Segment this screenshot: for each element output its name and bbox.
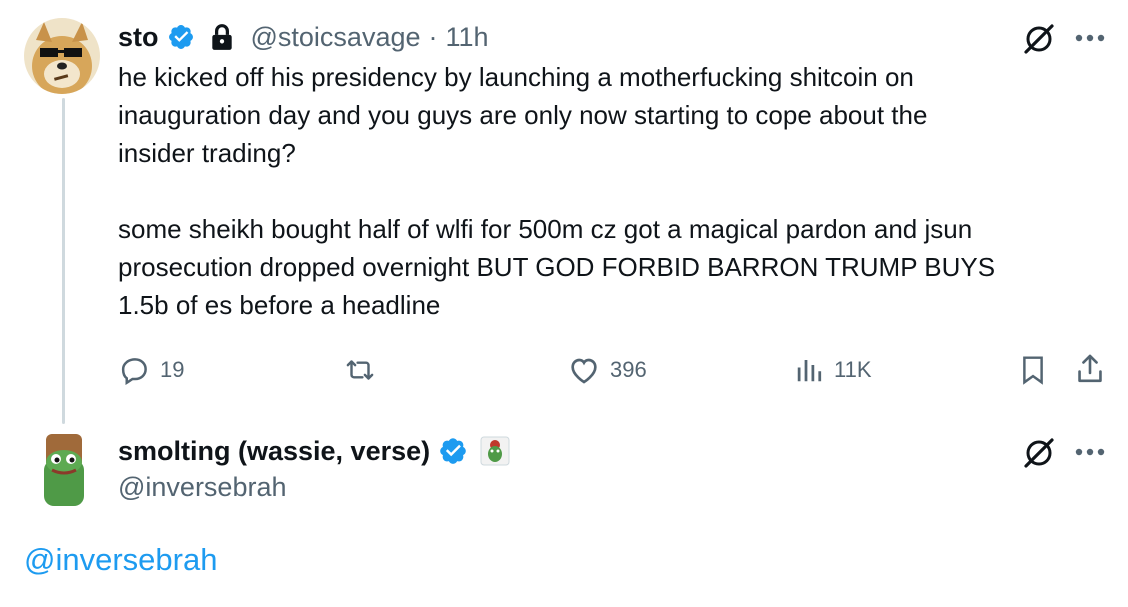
pepe-avatar-icon: [44, 434, 84, 506]
timestamp[interactable]: 11h: [446, 22, 489, 53]
tweet-line: inauguration day and you guys are only n…: [118, 100, 928, 130]
thread-connector: [62, 98, 65, 424]
verified-badge-icon: [168, 25, 193, 49]
separator-dot: ·: [428, 21, 438, 52]
display-name[interactable]: sto: [118, 22, 159, 53]
analytics-icon: [797, 360, 822, 382]
display-name[interactable]: smolting (wassie, verse): [118, 436, 430, 467]
share-icon[interactable]: [1074, 352, 1106, 386]
doge-avatar-icon: [24, 18, 100, 94]
lock-icon: [211, 24, 232, 50]
heart-icon: [571, 358, 597, 384]
view-count: 11K: [834, 357, 872, 382]
retweet-icon: [346, 360, 374, 380]
views-button[interactable]: 11K: [794, 355, 872, 385]
grok-icon[interactable]: [1022, 436, 1056, 470]
tweet-line: some sheikh bought half of wlfi for 500m…: [118, 214, 973, 244]
like-count: 396: [610, 357, 647, 382]
tweet-line: he kicked off his presidency by launchin…: [118, 62, 914, 92]
more-options-icon[interactable]: [1074, 447, 1106, 457]
handle[interactable]: @stoicsavage: [251, 22, 421, 53]
tweet-line: insider trading?: [118, 138, 296, 168]
reply-icon: [121, 358, 147, 385]
retweet-button[interactable]: [343, 355, 377, 385]
tweet-line: prosecution dropped overnight BUT GOD FO…: [118, 252, 996, 282]
reply-count: 19: [160, 357, 185, 382]
bookmark-icon[interactable]: [1018, 354, 1048, 386]
tweet-line: 1.5b of es before a headline: [118, 290, 441, 320]
avatar-smolting[interactable]: [36, 432, 92, 508]
tweet-text: he kicked off his presidency by launchin…: [118, 58, 1108, 324]
mention-link[interactable]: @inversebrah: [24, 542, 217, 578]
reply-button[interactable]: 19: [120, 355, 184, 385]
reply-header: smolting (wassie, verse): [118, 432, 510, 470]
like-button[interactable]: 396: [568, 355, 647, 385]
avatar-sto[interactable]: [24, 18, 100, 94]
verified-badge-icon: [440, 438, 466, 464]
more-options-icon[interactable]: [1074, 33, 1106, 43]
handle[interactable]: @inversebrah: [118, 472, 287, 503]
tweet-header: sto @stoicsavage · 11h: [118, 18, 489, 56]
affiliate-badge-icon[interactable]: [480, 436, 510, 466]
grok-icon[interactable]: [1022, 22, 1056, 56]
